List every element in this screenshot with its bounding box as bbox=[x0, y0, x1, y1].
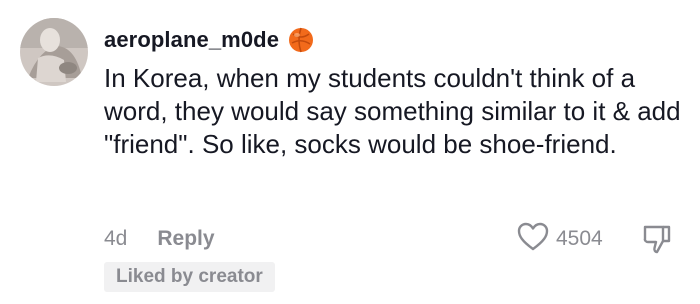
reply-button[interactable]: Reply bbox=[157, 227, 214, 251]
user-avatar[interactable] bbox=[20, 18, 88, 86]
comment-age: 4d bbox=[104, 227, 128, 250]
orange-ball-emoji-icon bbox=[287, 26, 315, 54]
username[interactable]: aeroplane_m0de bbox=[104, 27, 279, 53]
liked-by-creator-badge: Liked by creator bbox=[104, 262, 275, 292]
comment-meta: 4d Reply bbox=[104, 224, 215, 254]
comment-text: In Korea, when my students couldn't thin… bbox=[104, 63, 681, 159]
like-button[interactable]: 4504 bbox=[516, 222, 603, 256]
thumbs-down-outline-icon[interactable] bbox=[640, 222, 674, 256]
heart-outline-icon[interactable] bbox=[516, 221, 550, 258]
like-count: 4504 bbox=[556, 227, 603, 250]
username-row: aeroplane_m0de bbox=[104, 22, 315, 58]
